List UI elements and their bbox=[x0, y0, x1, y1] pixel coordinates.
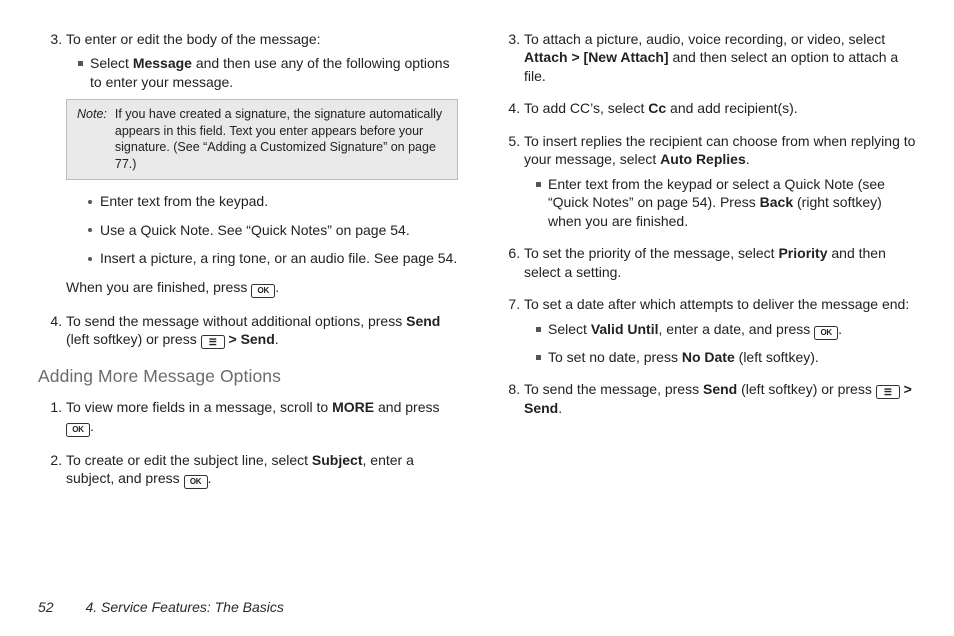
step3-after: When you are finished, press OK. bbox=[66, 278, 458, 298]
ok-key-icon: OK bbox=[251, 284, 275, 298]
step3-sublist: Select Message and then use any of the f… bbox=[66, 54, 458, 91]
more2-a: To create or edit the subject line, sele… bbox=[66, 452, 312, 468]
step4-c: . bbox=[275, 331, 279, 347]
r8-c: . bbox=[558, 400, 562, 416]
right-step-7: To set a date after which attempts to de… bbox=[524, 295, 916, 366]
step4-a: To send the message without additional o… bbox=[66, 313, 406, 329]
r4-a: To add CC’s, select bbox=[524, 100, 648, 116]
right-step-3: To attach a picture, audio, voice record… bbox=[524, 30, 916, 85]
r7-sq1-a: Select bbox=[548, 321, 591, 337]
r8-a: To send the message, press bbox=[524, 381, 703, 397]
r7-sq2-b: (left softkey). bbox=[735, 349, 819, 365]
r8-b: (left softkey) or press bbox=[737, 381, 875, 397]
right-step-6: To set the priority of the message, sele… bbox=[524, 244, 916, 281]
step3-lead: To enter or edit the body of the message… bbox=[66, 31, 321, 47]
right-column: To attach a picture, audio, voice record… bbox=[496, 30, 916, 560]
right-list: To attach a picture, audio, voice record… bbox=[496, 30, 916, 418]
step3-sq1-a: Select bbox=[90, 55, 133, 71]
ok-key-icon-4: OK bbox=[814, 326, 838, 340]
page-body: To enter or edit the body of the message… bbox=[0, 0, 954, 560]
kw-send-3: Send bbox=[703, 381, 737, 397]
kw-back: Back bbox=[760, 194, 793, 210]
page-footer: 52 4. Service Features: The Basics bbox=[38, 598, 284, 616]
more1-b: and press bbox=[374, 399, 439, 415]
r7-sq1: Select Valid Until, enter a date, and pr… bbox=[536, 320, 916, 340]
r7-sq1-b: , enter a date, and press bbox=[659, 321, 815, 337]
more2-c: . bbox=[208, 470, 212, 486]
page-number: 52 bbox=[38, 599, 54, 615]
kw-message: Message bbox=[133, 55, 192, 71]
r6-a: To set the priority of the message, sele… bbox=[524, 245, 778, 261]
right-step-8: To send the message, press Send (left so… bbox=[524, 380, 916, 417]
menu-key-icon: ☰ bbox=[201, 335, 225, 349]
more1-c: . bbox=[90, 418, 94, 434]
kw-valid-until: Valid Until bbox=[591, 321, 659, 337]
kw-cc: Cc bbox=[648, 100, 666, 116]
r5-sq1: Enter text from the keypad or select a Q… bbox=[536, 175, 916, 230]
more-step-2: To create or edit the subject line, sele… bbox=[66, 451, 458, 489]
kw-send-2: Send bbox=[241, 331, 275, 347]
more1-a: To view more fields in a message, scroll… bbox=[66, 399, 332, 415]
left-column: To enter or edit the body of the message… bbox=[38, 30, 458, 560]
r7-a: To set a date after which attempts to de… bbox=[524, 296, 909, 312]
r7-sublist: Select Valid Until, enter a date, and pr… bbox=[524, 320, 916, 366]
step4-b: (left softkey) or press bbox=[66, 331, 201, 347]
step3-b2: Use a Quick Note. See “Quick Notes” on p… bbox=[88, 221, 458, 239]
left-list-bottom: To view more fields in a message, scroll… bbox=[38, 398, 458, 489]
right-step-5: To insert replies the recipient can choo… bbox=[524, 132, 916, 230]
r7-sq2: To set no date, press No Date (left soft… bbox=[536, 348, 916, 366]
kw-subject: Subject bbox=[312, 452, 363, 468]
ok-key-icon-3: OK bbox=[184, 475, 208, 489]
r3-gt: > bbox=[568, 49, 584, 65]
r5-b: . bbox=[746, 151, 750, 167]
kw-auto-replies: Auto Replies bbox=[660, 151, 746, 167]
kw-send-4: Send bbox=[524, 400, 558, 416]
kw-priority: Priority bbox=[778, 245, 827, 261]
r8-gt: > bbox=[900, 381, 912, 397]
step3-sq1: Select Message and then use any of the f… bbox=[78, 54, 458, 91]
kw-new-attach: [New Attach] bbox=[584, 49, 669, 65]
footer-title: 4. Service Features: The Basics bbox=[85, 599, 283, 615]
left-step-3: To enter or edit the body of the message… bbox=[66, 30, 458, 298]
signature-note: Note: If you have created a signature, t… bbox=[66, 99, 458, 180]
right-step-4: To add CC’s, select Cc and add recipient… bbox=[524, 99, 916, 117]
step3-b3: Insert a picture, a ring tone, or an aud… bbox=[88, 249, 458, 267]
r4-b: and add recipient(s). bbox=[666, 100, 798, 116]
kw-attach: Attach bbox=[524, 49, 568, 65]
kw-more: MORE bbox=[332, 399, 374, 415]
kw-no-date: No Date bbox=[682, 349, 735, 365]
r3-a: To attach a picture, audio, voice record… bbox=[524, 31, 885, 47]
subhead-adding-options: Adding More Message Options bbox=[38, 365, 458, 388]
kw-send-1: Send bbox=[406, 313, 440, 329]
step3-bullets: Enter text from the keypad. Use a Quick … bbox=[66, 192, 458, 267]
step4-gt: > bbox=[225, 331, 241, 347]
more-step-1: To view more fields in a message, scroll… bbox=[66, 398, 458, 436]
left-step-4: To send the message without additional o… bbox=[66, 312, 458, 349]
ok-key-icon-2: OK bbox=[66, 423, 90, 437]
menu-key-icon-2: ☰ bbox=[876, 385, 900, 399]
note-label: Note: bbox=[77, 106, 107, 172]
note-text: If you have created a signature, the sig… bbox=[115, 106, 447, 172]
step3-after-b: . bbox=[275, 279, 279, 295]
r5-sublist: Enter text from the keypad or select a Q… bbox=[524, 175, 916, 230]
step3-b1: Enter text from the keypad. bbox=[88, 192, 458, 210]
left-list-top: To enter or edit the body of the message… bbox=[38, 30, 458, 349]
r7-sq1-c: . bbox=[838, 321, 842, 337]
r7-sq2-a: To set no date, press bbox=[548, 349, 682, 365]
step3-after-a: When you are finished, press bbox=[66, 279, 251, 295]
